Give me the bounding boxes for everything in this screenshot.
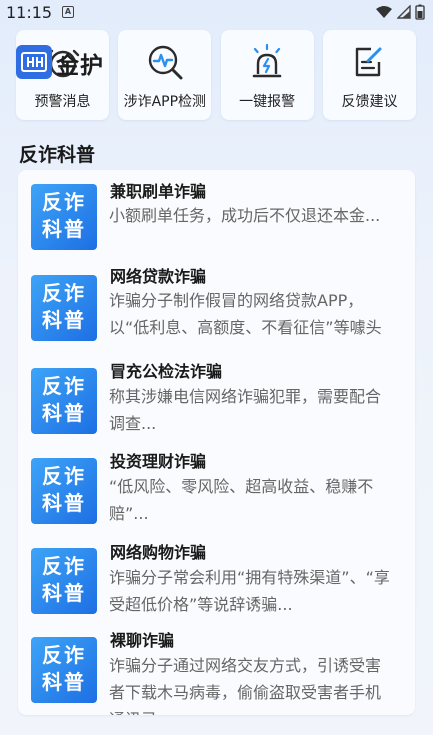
thumbnail-text: 反诈 科普 <box>42 643 86 694</box>
thumbnail-text: 反诈 科普 <box>42 464 86 515</box>
article-title: 网络购物诈骗 <box>110 543 207 562</box>
article-thumbnail: 反诈 科普 <box>31 548 97 614</box>
article-list: 反诈 科普 兼职刷单诈骗 小额刷单任务，成功后不仅退还本金... 反诈 科普 网络贷… <box>18 170 415 715</box>
article-description: 诈骗分子制作假冒的网络贷款APP，以“低利息、高额度、不看征信”等噱头 <box>109 291 382 337</box>
article-description: 小额刷单任务，成功后不仅退还本金... <box>109 206 381 225</box>
section-title: 反诈科普 <box>19 144 96 166</box>
article-thumbnail: 反诈 科普 <box>31 184 97 250</box>
status-icons <box>375 4 425 20</box>
notification-icon: A <box>62 6 74 18</box>
article-item[interactable]: 反诈 科普 网络购物诈骗 诈骗分子常会利用“拥有特殊渠道”、“享受超低价格”等说辞… <box>18 537 415 629</box>
article-thumbnail: 反诈 科普 <box>31 637 97 703</box>
thumbnail-text: 反诈 科普 <box>42 554 86 605</box>
article-title: 冒充公检法诈骗 <box>110 362 223 381</box>
edit-note-icon <box>356 47 382 77</box>
quick-action-label: 预警消息 <box>34 94 91 110</box>
article-item[interactable]: 反诈 科普 网络贷款诈骗 诈骗分子制作假冒的网络贷款APP，以“低利息、高额度、不… <box>18 262 415 354</box>
article-thumbnail: 反诈 科普 <box>31 368 97 434</box>
article-title: 兼职刷单诈骗 <box>110 182 207 201</box>
status-time: 11:15 <box>6 3 53 22</box>
article-description: 诈骗分子常会利用“拥有特殊渠道”、“享受超低价格”等说辞诱骗... <box>109 568 390 614</box>
status-bar: 11:15 A <box>0 0 433 26</box>
thumbnail-text: 反诈 科普 <box>42 190 86 241</box>
wifi-icon <box>376 6 392 18</box>
quick-action-label: 反馈建议 <box>341 94 398 110</box>
siren-icon <box>252 43 282 78</box>
quick-action-app-detection[interactable]: 涉诈APP检测 <box>118 30 212 120</box>
article-description: “低风险、零风险、超高收益、稳赚不赔”... <box>109 477 374 523</box>
logo-mark-icon <box>21 52 47 72</box>
quick-action-feedback[interactable]: 反馈建议 <box>322 30 416 120</box>
article-item[interactable]: 反诈 科普 裸聊诈骗 诈骗分子通过网络交友方式，引诱受害者下载木马病毒，偷偷盗取受… <box>18 625 415 715</box>
thumbnail-text: 反诈 科普 <box>42 281 86 332</box>
article-item[interactable]: 反诈 科普 投资理财诈骗 “低风险、零风险、超高收益、稳赚不赔”... <box>18 446 415 538</box>
article-title: 投资理财诈骗 <box>110 452 207 471</box>
article-title: 裸聊诈骗 <box>110 631 175 650</box>
article-description: 称其涉嫌电信网络诈骗犯罪，需要配合调查... <box>109 387 382 433</box>
quick-action-label: 涉诈APP检测 <box>123 94 207 110</box>
search-pulse-icon <box>148 45 183 80</box>
article-item[interactable]: 反诈 科普 兼职刷单诈骗 小额刷单任务，成功后不仅退还本金... <box>18 177 415 269</box>
signal-icon <box>397 5 411 19</box>
thumbnail-text: 反诈 科普 <box>42 374 86 425</box>
article-description: 诈骗分子通过网络交友方式，引诱受害者下载木马病毒，偷偷盗取受害者手机通讯录 <box>109 656 382 715</box>
quick-action-one-click-alarm[interactable]: 一键报警 <box>220 30 314 120</box>
article-title: 网络贷款诈骗 <box>110 267 207 286</box>
article-thumbnail: 反诈 科普 <box>31 275 97 341</box>
logo-text: 金护 <box>56 53 104 79</box>
article-item[interactable]: 反诈 科普 冒充公检法诈骗 称其涉嫌电信网络诈骗犯罪，需要配合调查... <box>18 355 415 447</box>
logo-badge <box>16 45 52 79</box>
article-thumbnail: 反诈 科普 <box>31 458 97 524</box>
battery-icon <box>415 4 425 20</box>
app-logo: 金护 <box>16 44 106 80</box>
quick-action-label: 一键报警 <box>239 94 296 110</box>
